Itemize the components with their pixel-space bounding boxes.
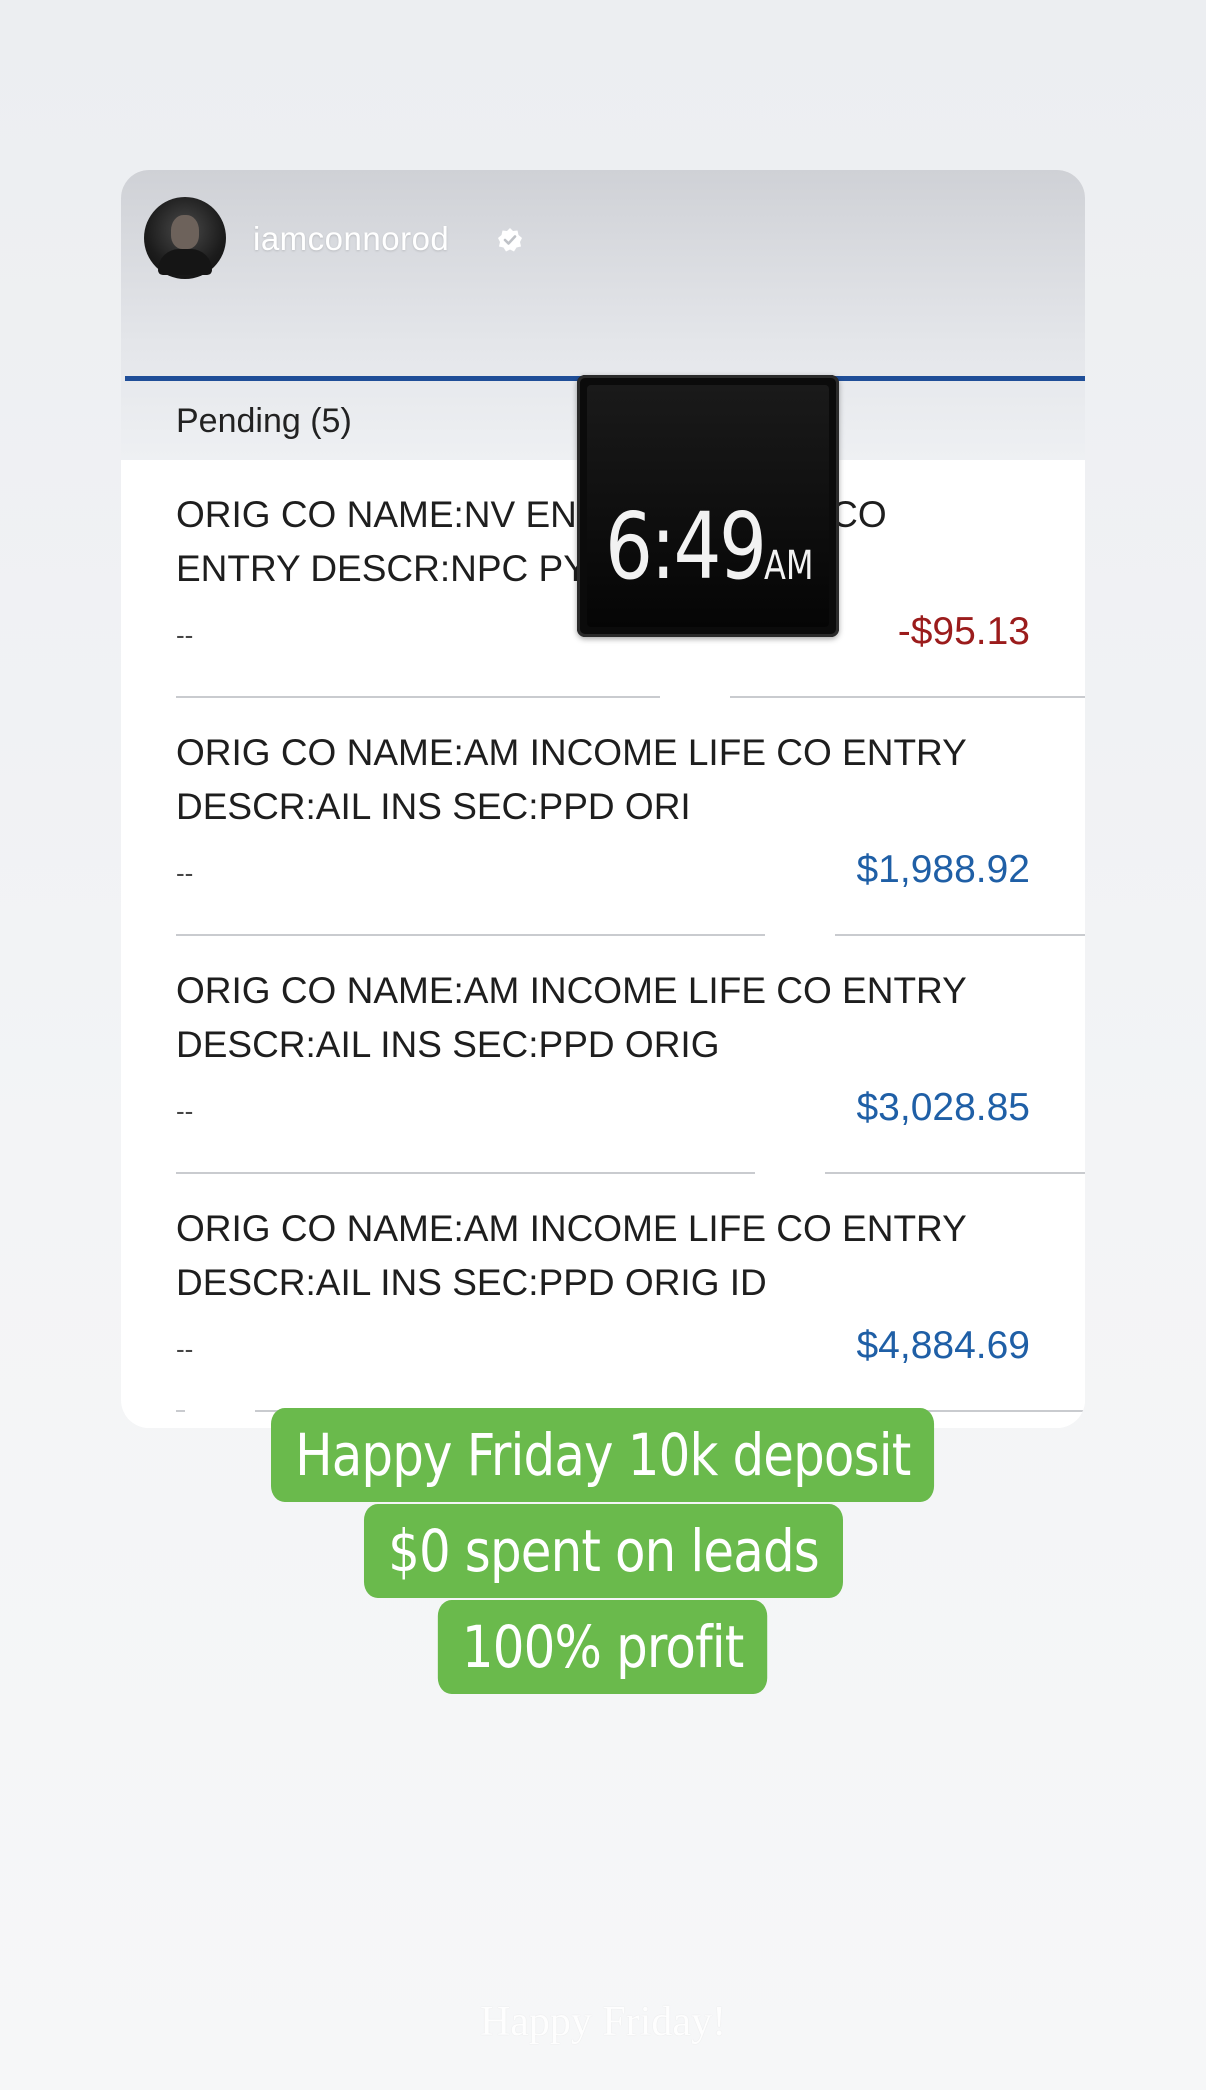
caption-line-row: Happy Friday 10k deposit [0, 1408, 1206, 1504]
caption-line: Happy Friday 10k deposit [271, 1408, 935, 1502]
transaction-row[interactable]: ORIG CO NAME:AM INCOME LIFE CO ENTRY DES… [125, 936, 1085, 1176]
transaction-date: -- [176, 1334, 194, 1364]
caption-line: $0 spent on leads [363, 1504, 843, 1598]
verified-badge-icon [498, 228, 522, 252]
transaction-row[interactable]: ORIG CO NAME:AM INCOME LIFE CO ENTRY DES… [125, 1174, 1085, 1414]
pending-label: Pending (5) [176, 402, 352, 440]
transaction-date: -- [176, 858, 194, 888]
clock-ampm: AM [764, 543, 814, 589]
transaction-amount: $1,988.92 [856, 848, 1030, 891]
transaction-amount: $3,028.85 [856, 1086, 1030, 1129]
avatar[interactable] [144, 197, 226, 279]
username[interactable]: iamconnorod [253, 220, 449, 258]
story-watermark-text: Happy Friday! [479, 1999, 727, 2045]
transaction-date: -- [176, 1096, 194, 1126]
caption-sticker[interactable]: Happy Friday 10k deposit $0 spent on lea… [0, 1408, 1206, 1696]
transaction-row[interactable]: ORIG CO NAME:AM INCOME LIFE CO ENTRY DES… [125, 698, 1085, 938]
transaction-description: ORIG CO NAME:AM INCOME LIFE CO ENTRY DES… [176, 1208, 967, 1303]
caption-line-row: 100% profit [0, 1600, 1206, 1696]
clock-sticker[interactable]: 6:49 AM [577, 375, 839, 637]
clock-time: 6:49 [605, 493, 767, 600]
transaction-description: ORIG CO NAME:AM INCOME LIFE CO ENTRY DES… [176, 970, 967, 1065]
avatar-face [171, 215, 199, 249]
transaction-amount: -$95.13 [897, 610, 1030, 653]
caption-line-row: $0 spent on leads [0, 1504, 1206, 1600]
avatar-shoulders [158, 249, 212, 275]
transaction-description: ORIG CO NAME:AM INCOME LIFE CO ENTRY DES… [176, 732, 967, 827]
caption-line: 100% profit [438, 1600, 768, 1694]
story-screen: iamconnorod Pending (5) ORIG CO NAME:NV … [0, 0, 1206, 2090]
shared-post-card[interactable]: iamconnorod Pending (5) ORIG CO NAME:NV … [121, 170, 1085, 1428]
transaction-amount: $4,884.69 [856, 1324, 1030, 1367]
transaction-date: -- [176, 620, 194, 650]
